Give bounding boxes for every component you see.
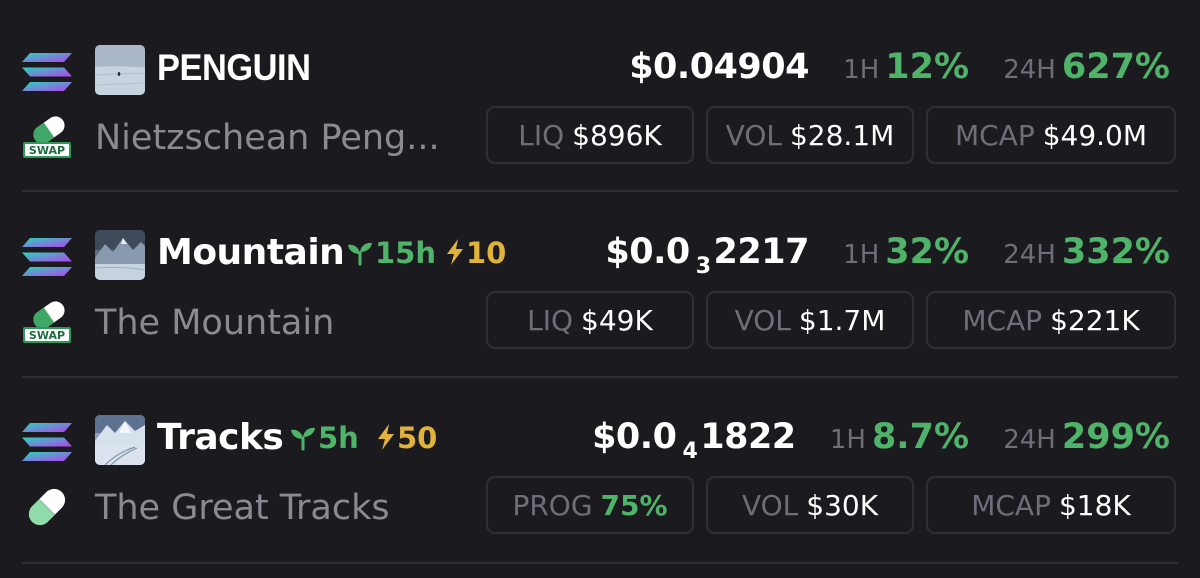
price-summary: $0.0 41822 1H 8.7% 24H 299% bbox=[592, 414, 1170, 464]
token-image bbox=[95, 230, 145, 280]
solana-icon bbox=[22, 53, 72, 91]
volume-stat: VOL $30K bbox=[706, 476, 914, 534]
h24-change: 627% bbox=[1061, 47, 1170, 87]
market-cap-stat: MCAP $221K bbox=[926, 291, 1176, 349]
token-symbol: PENGUIN bbox=[157, 47, 311, 88]
token-age: 15h bbox=[347, 231, 436, 275]
token-name: Nietzschean Peng... bbox=[95, 118, 440, 158]
svg-text:SWAP: SWAP bbox=[29, 329, 65, 342]
price-value: $0.04904 bbox=[629, 47, 809, 87]
market-cap-stat: MCAP $49.0M bbox=[926, 106, 1176, 164]
token-boost: 10 bbox=[445, 231, 506, 275]
h24-label: 24H bbox=[1003, 425, 1056, 455]
h1-label: 1H bbox=[843, 55, 880, 85]
sprout-icon bbox=[348, 242, 372, 266]
swap-pill-icon: SWAP bbox=[23, 301, 71, 343]
market-cap-stat: MCAP $18K bbox=[926, 476, 1176, 534]
h1-change: 12% bbox=[885, 47, 970, 87]
row-divider bbox=[22, 562, 1178, 564]
price-summary: $0.04904 1H 12% 24H 627% bbox=[629, 44, 1170, 90]
liquidity-stat: LIQ $49K bbox=[486, 291, 694, 349]
h24-change: 299% bbox=[1061, 417, 1170, 457]
h1-change: 32% bbox=[885, 232, 970, 272]
lightning-icon bbox=[447, 239, 463, 265]
token-name: The Mountain bbox=[95, 303, 335, 343]
h24-change: 332% bbox=[1061, 232, 1170, 272]
pill-icon bbox=[28, 488, 66, 526]
svg-text:SWAP: SWAP bbox=[29, 144, 65, 157]
token-image bbox=[95, 45, 145, 95]
lightning-icon bbox=[378, 424, 394, 450]
h1-change: 8.7% bbox=[871, 417, 970, 457]
price-summary: $0.0 32217 1H 32% 24H 332% bbox=[605, 229, 1170, 279]
h1-label: 1H bbox=[843, 240, 880, 270]
solana-icon bbox=[22, 238, 72, 276]
solana-icon bbox=[22, 423, 72, 461]
token-age: 5h bbox=[290, 416, 359, 460]
swap-pill-icon: SWAP bbox=[23, 116, 71, 158]
token-row[interactable]: Mountain 15h 10 $0.0 32217 1H 32% 24H 332% … bbox=[0, 185, 1200, 370]
volume-stat: VOL $1.7M bbox=[706, 291, 914, 349]
sprout-icon bbox=[291, 427, 315, 451]
progress-stat: PROG 75% bbox=[486, 476, 694, 534]
token-row[interactable]: Tracks 5h 50 $0.0 41822 1H 8.7% 24H 299% Th… bbox=[0, 370, 1200, 555]
token-boost: 50 bbox=[376, 416, 437, 460]
token-image bbox=[95, 415, 145, 465]
price-value: $0.0 41822 bbox=[592, 417, 796, 464]
liquidity-stat: LIQ $896K bbox=[486, 106, 694, 164]
h24-label: 24H bbox=[1003, 240, 1056, 270]
token-name: The Great Tracks bbox=[95, 488, 390, 528]
token-symbol: Tracks bbox=[157, 417, 284, 458]
price-value: $0.0 32217 bbox=[605, 232, 809, 279]
token-symbol: Mountain bbox=[157, 232, 345, 273]
h24-label: 24H bbox=[1003, 55, 1056, 85]
h1-label: 1H bbox=[829, 425, 866, 455]
volume-stat: VOL $28.1M bbox=[706, 106, 914, 164]
token-row[interactable]: PENGUIN $0.04904 1H 12% 24H 627% SWAP Niet… bbox=[0, 0, 1200, 185]
